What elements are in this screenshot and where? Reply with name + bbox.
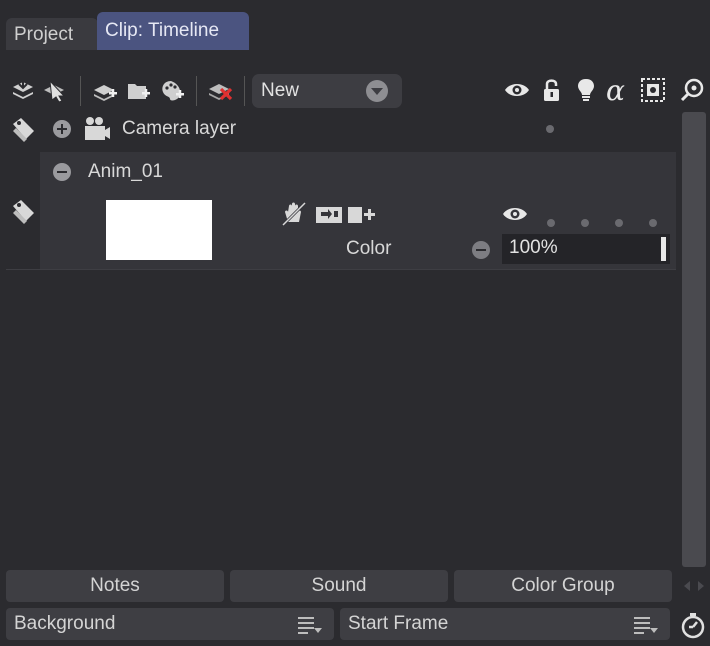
preset-dropdown[interactable]: New bbox=[252, 74, 402, 108]
tab-project[interactable]: Project bbox=[6, 18, 98, 50]
layer-thumbnail bbox=[106, 200, 212, 260]
delete-layer-icon[interactable] bbox=[207, 78, 233, 102]
tab-bar: Project Clip: Timeline bbox=[0, 0, 710, 50]
add-folder-layer-icon[interactable] bbox=[126, 78, 152, 102]
divider bbox=[6, 269, 676, 270]
toolbar-separator bbox=[196, 76, 197, 106]
tab-clip-timeline[interactable]: Clip: Timeline bbox=[97, 12, 249, 50]
start-frame-label: Start Frame bbox=[348, 613, 449, 634]
list-menu-icon[interactable] bbox=[634, 616, 658, 634]
add-palette-layer-icon[interactable] bbox=[160, 78, 186, 102]
hand-select-icon[interactable] bbox=[42, 78, 68, 102]
toolbar-separator bbox=[80, 76, 81, 106]
background-field[interactable]: Background bbox=[6, 608, 334, 640]
chevron-down-icon bbox=[366, 80, 388, 102]
eye-icon[interactable] bbox=[502, 202, 528, 226]
sound-button[interactable]: Sound bbox=[230, 570, 448, 602]
blend-mode-label: Color bbox=[346, 238, 392, 259]
scrollbar-thumb[interactable] bbox=[682, 112, 706, 567]
collapse-icon[interactable] bbox=[53, 163, 71, 181]
resize-arrows-icon[interactable] bbox=[683, 580, 705, 592]
hand-off-icon[interactable] bbox=[280, 200, 308, 228]
camera-icon bbox=[83, 115, 111, 143]
zoom-icon[interactable] bbox=[680, 78, 706, 102]
layer-group-anim[interactable]: Anim_01 Color 100% bbox=[40, 152, 676, 270]
tag-icon[interactable] bbox=[10, 198, 38, 226]
opacity-slider-handle[interactable] bbox=[661, 237, 666, 261]
bulb-dot[interactable] bbox=[581, 219, 589, 227]
layer-toolbar: New α bbox=[0, 70, 710, 112]
alpha-icon[interactable]: α bbox=[606, 78, 632, 104]
add-drawing-layer-icon[interactable] bbox=[92, 78, 118, 102]
stopwatch-icon[interactable] bbox=[679, 612, 707, 640]
bulb-icon[interactable] bbox=[574, 78, 600, 102]
visibility-dot[interactable] bbox=[546, 125, 554, 133]
layer-row-camera[interactable]: Camera layer bbox=[0, 112, 680, 150]
lock-icon[interactable] bbox=[540, 78, 566, 102]
vertical-scrollbar[interactable] bbox=[682, 112, 706, 567]
svg-text:α: α bbox=[606, 78, 625, 104]
toolbar-separator bbox=[244, 76, 245, 106]
background-label: Background bbox=[14, 613, 116, 634]
swap-icon[interactable] bbox=[316, 203, 344, 225]
tag-icon[interactable] bbox=[10, 116, 38, 144]
list-menu-icon[interactable] bbox=[298, 616, 322, 634]
opacity-value: 100% bbox=[509, 237, 558, 258]
expand-icon[interactable] bbox=[53, 120, 71, 138]
alpha-dot[interactable] bbox=[615, 219, 623, 227]
opacity-minus-icon[interactable] bbox=[472, 241, 490, 259]
eye-icon[interactable] bbox=[504, 78, 530, 102]
start-frame-field[interactable]: Start Frame bbox=[340, 608, 670, 640]
layer-name-anim: Anim_01 bbox=[88, 161, 163, 182]
mask-icon[interactable] bbox=[640, 78, 666, 102]
add-layer-icon[interactable] bbox=[10, 78, 36, 102]
add-frame-icon[interactable] bbox=[348, 203, 378, 225]
layer-name-camera: Camera layer bbox=[122, 118, 237, 139]
color-group-button[interactable]: Color Group bbox=[454, 570, 672, 602]
mask-dot[interactable] bbox=[649, 219, 657, 227]
preset-dropdown-value: New bbox=[261, 80, 300, 101]
lock-dot[interactable] bbox=[547, 219, 555, 227]
layer-list[interactable]: Camera layer Anim_01 Color 100% bbox=[0, 112, 680, 567]
notes-button[interactable]: Notes bbox=[6, 570, 224, 602]
opacity-field[interactable]: 100% bbox=[502, 234, 670, 264]
